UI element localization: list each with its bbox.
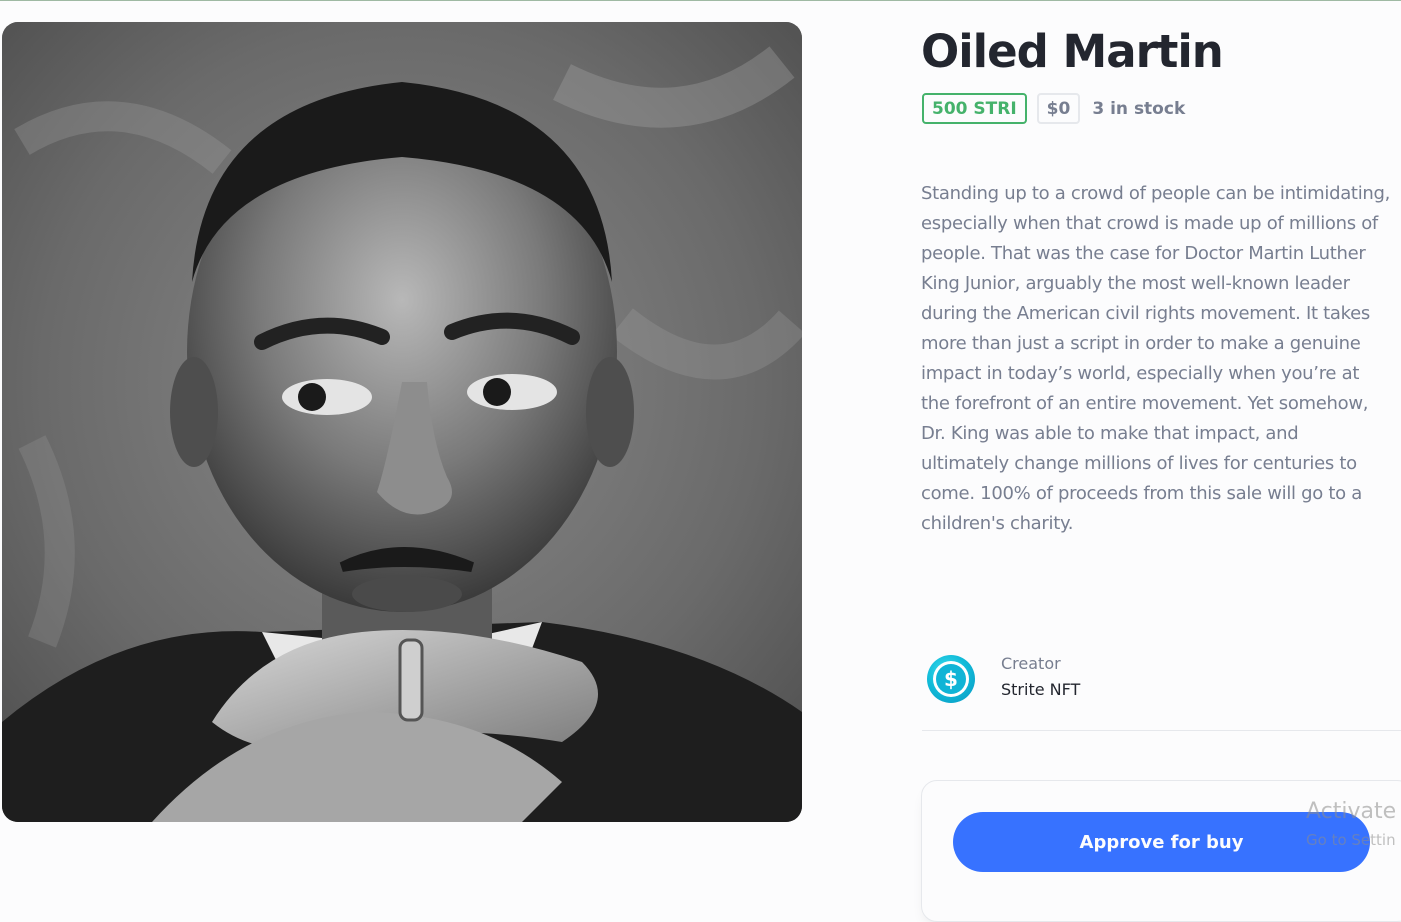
usd-price-badge: $0 (1036, 93, 1081, 124)
dollar-coin-icon: $ (936, 664, 966, 694)
creator-info: $ Creator Strite NFT (927, 653, 1080, 705)
price-row: 500 STRI $0 3 in stock (922, 93, 1185, 124)
stock-count: 3 in stock (1092, 98, 1186, 119)
avatar-ring: $ (933, 661, 969, 697)
creator-text: Creator Strite NFT (1001, 653, 1080, 705)
watermark-line-2: Go to Settin (1306, 831, 1396, 849)
section-divider (922, 730, 1401, 731)
watermark-line-1: Activate (1306, 799, 1397, 824)
artwork-portrait (2, 22, 802, 822)
product-description: Standing up to a crowd of people can be … (921, 183, 1391, 534)
nft-artwork-image (2, 22, 802, 822)
top-border (0, 0, 1401, 1)
windows-activation-watermark: Activate Go to Settin (1306, 797, 1396, 853)
token-price-badge: 500 STRI (922, 93, 1027, 124)
product-title: Oiled Martin (921, 25, 1224, 78)
creator-name[interactable]: Strite NFT (1001, 675, 1080, 705)
creator-avatar[interactable]: $ (927, 655, 975, 703)
creator-role-label: Creator (1001, 654, 1061, 673)
